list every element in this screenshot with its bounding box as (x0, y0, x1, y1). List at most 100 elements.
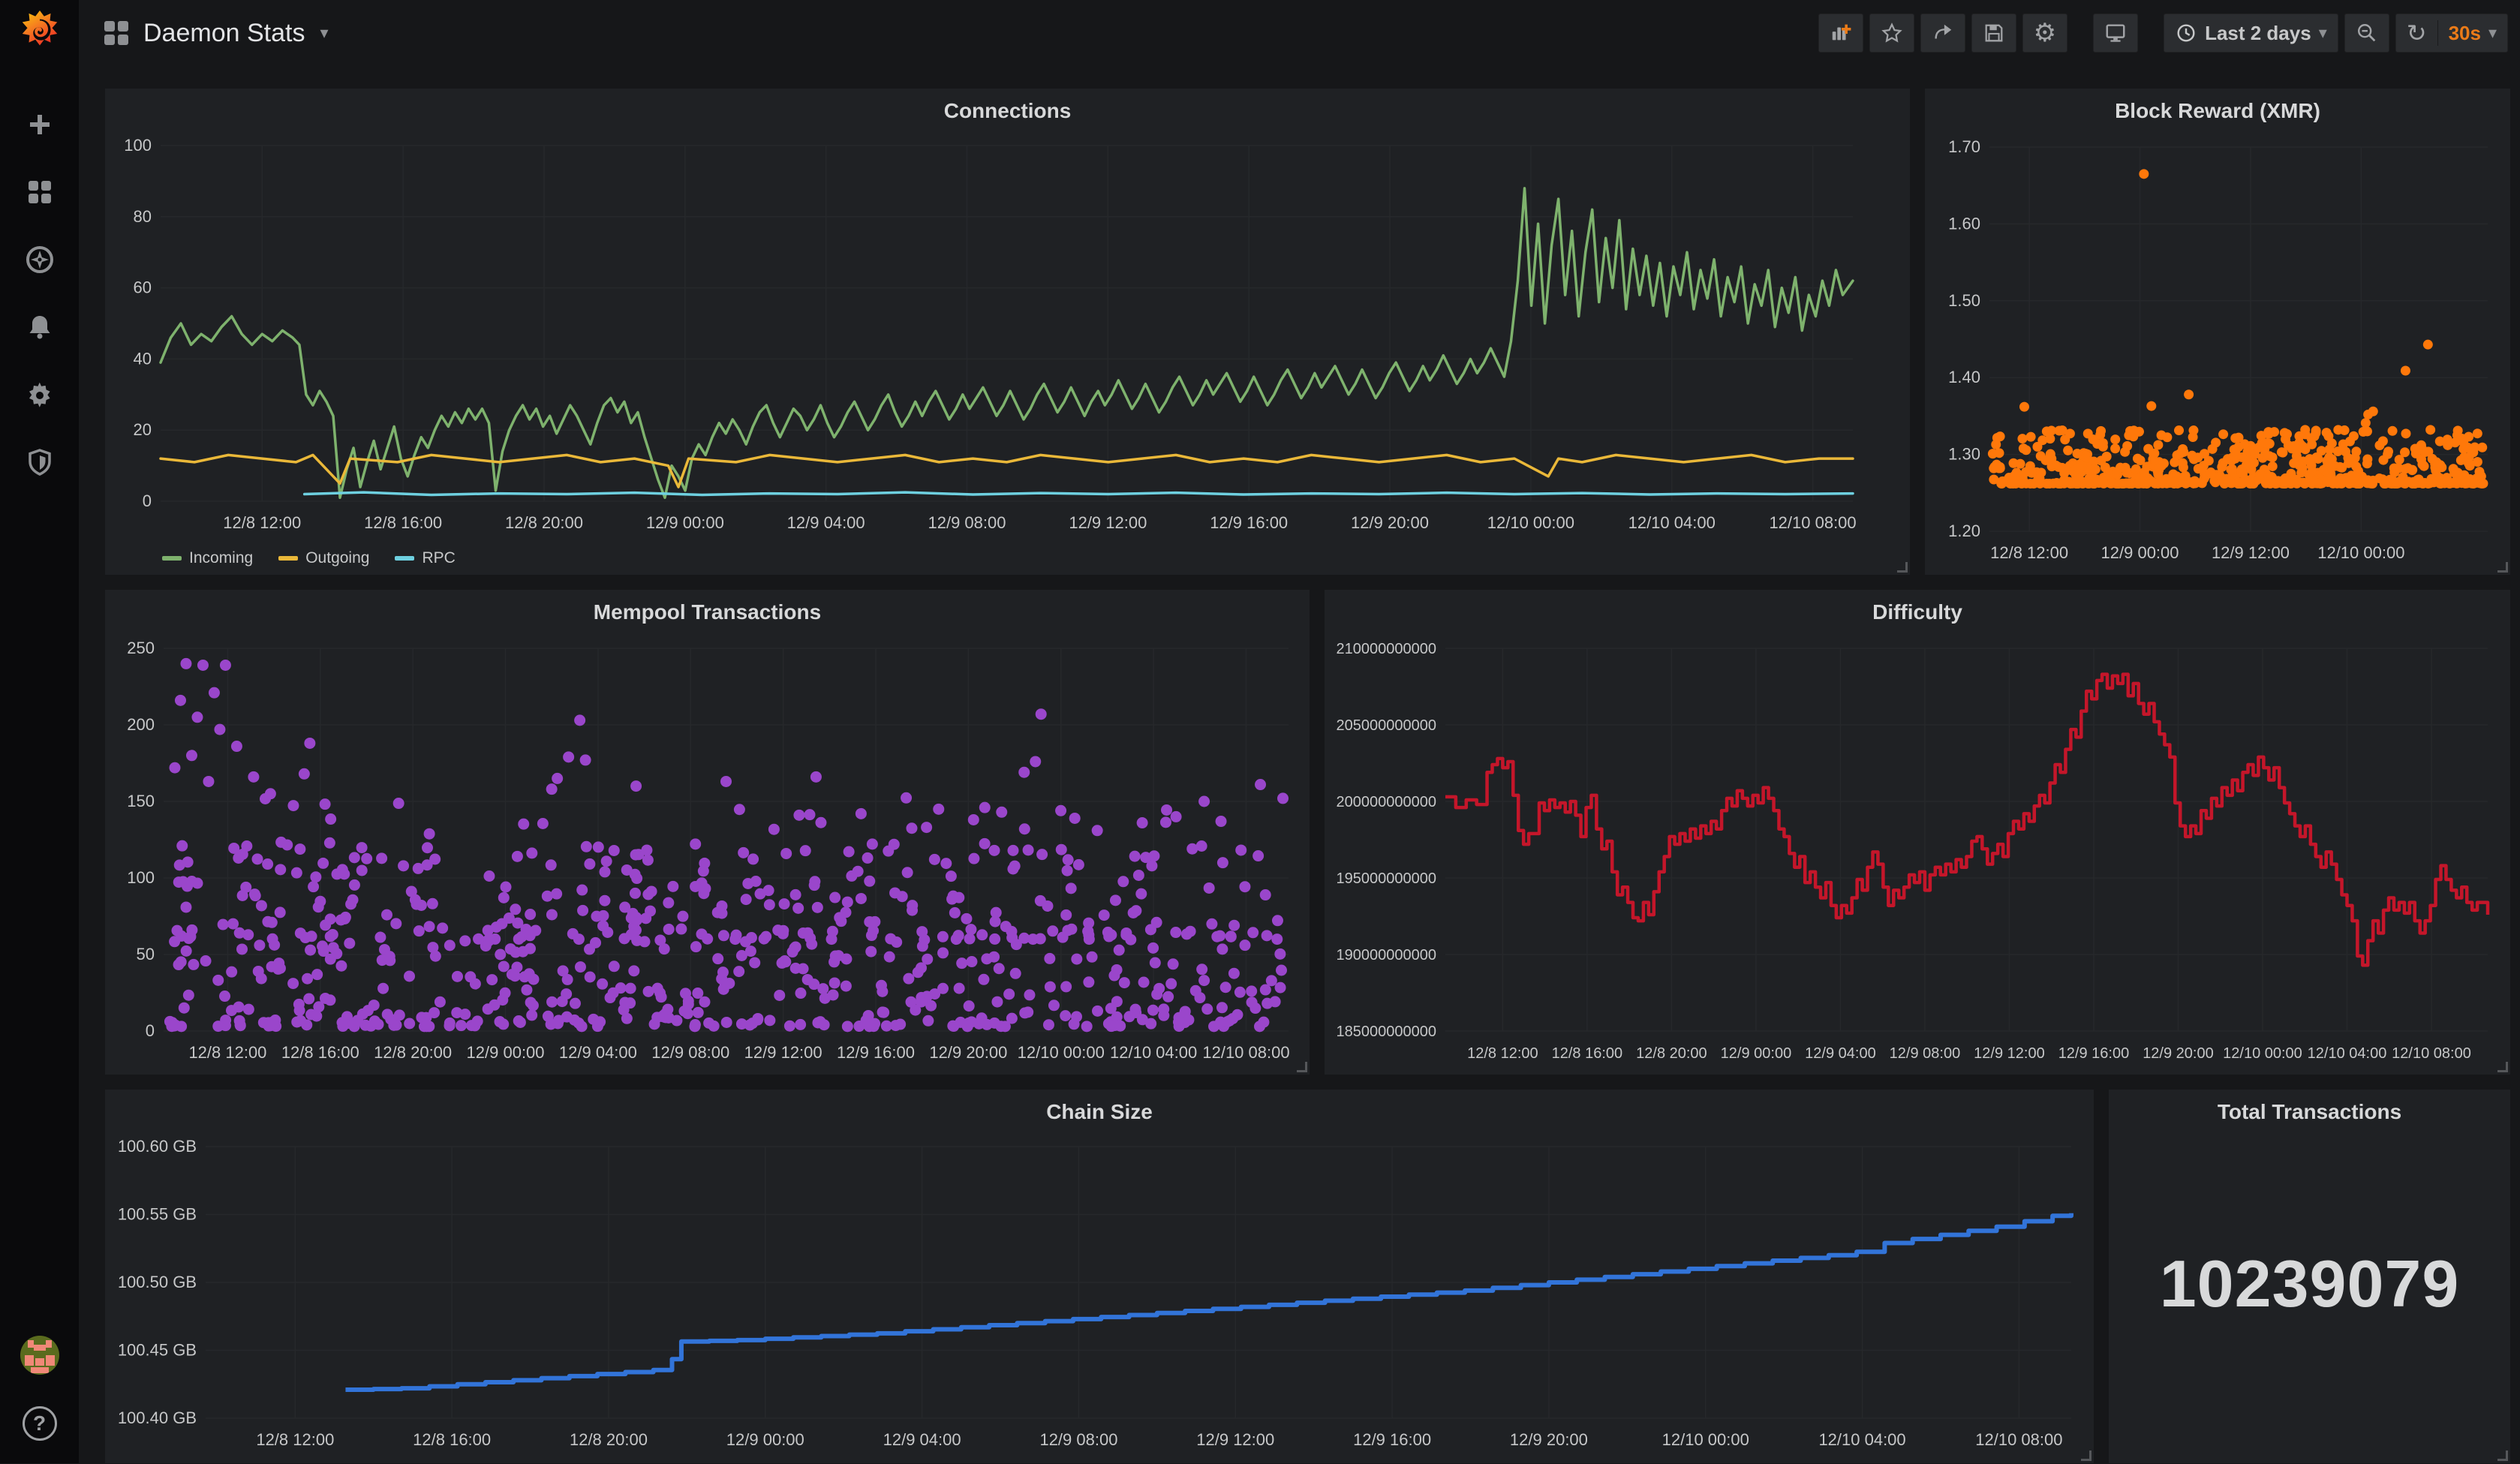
svg-text:12/9 04:00: 12/9 04:00 (1805, 1045, 1876, 1062)
svg-text:12/10 00:00: 12/10 00:00 (1018, 1043, 1105, 1062)
legend-label: Outgoing (305, 549, 369, 567)
panel-mempool: Mempool Transactions 12/8 12:0012/8 16:0… (105, 590, 1310, 1075)
svg-text:12/9 16:00: 12/9 16:00 (837, 1043, 915, 1062)
svg-text:60: 60 (134, 278, 152, 297)
svg-text:12/9 12:00: 12/9 12:00 (1196, 1430, 1274, 1449)
panel-resize-handle[interactable] (2497, 1450, 2508, 1461)
svg-text:100: 100 (124, 136, 152, 155)
chain-size-chart[interactable]: 12/8 12:0012/8 16:0012/8 20:0012/9 00:00… (110, 1129, 2089, 1460)
zoom-out-button[interactable] (2344, 14, 2389, 53)
panel-title[interactable]: Mempool Transactions (105, 600, 1310, 624)
connections-chart[interactable]: 12/8 12:0012/8 16:0012/8 20:0012/9 00:00… (110, 128, 1905, 539)
svg-text:12/10 08:00: 12/10 08:00 (1202, 1043, 1289, 1062)
difficulty-chart[interactable]: 12/8 12:0012/8 16:0012/8 20:0012/9 00:00… (1329, 629, 2506, 1072)
svg-text:12/8 20:00: 12/8 20:00 (505, 513, 583, 532)
dashboards-icon[interactable] (23, 176, 56, 209)
panel-resize-handle[interactable] (1297, 1062, 1307, 1072)
svg-text:12/10 00:00: 12/10 00:00 (2223, 1045, 2302, 1062)
svg-text:1.40: 1.40 (1948, 368, 1980, 386)
svg-text:12/9 12:00: 12/9 12:00 (744, 1043, 822, 1062)
legend-item-rpc[interactable]: RPC (395, 549, 455, 567)
panel-resize-handle[interactable] (2497, 1062, 2508, 1072)
svg-text:12/9 04:00: 12/9 04:00 (559, 1043, 637, 1062)
panel-title[interactable]: Connections (105, 99, 1910, 123)
svg-text:12/9 00:00: 12/9 00:00 (2101, 543, 2179, 562)
time-range-picker[interactable]: Last 2 days ▾ (2164, 14, 2338, 53)
legend-label: RPC (422, 549, 455, 567)
svg-text:12/9 16:00: 12/9 16:00 (2058, 1045, 2130, 1062)
help-glyph: ? (33, 1411, 46, 1435)
panel-title[interactable]: Block Reward (XMR) (1925, 99, 2510, 123)
svg-text:12/9 08:00: 12/9 08:00 (928, 513, 1006, 532)
panel-chain-size: Chain Size 12/8 12:0012/8 16:0012/8 20:0… (105, 1090, 2094, 1463)
svg-text:205000000000: 205000000000 (1337, 717, 1436, 734)
svg-text:12/9 16:00: 12/9 16:00 (1210, 513, 1288, 532)
svg-text:100: 100 (127, 868, 155, 887)
user-avatar[interactable] (20, 1336, 59, 1375)
svg-text:150: 150 (127, 792, 155, 810)
settings-gear-button[interactable]: ⚙ (2022, 14, 2067, 53)
svg-text:12/10 04:00: 12/10 04:00 (1628, 513, 1716, 532)
svg-text:12/9 04:00: 12/9 04:00 (787, 513, 865, 532)
total-transactions-value: 10239079 (2109, 1246, 2510, 1322)
alerting-bell-icon[interactable] (23, 311, 56, 344)
dashboard-title[interactable]: Daemon Stats (143, 19, 305, 48)
svg-text:12/9 08:00: 12/9 08:00 (1890, 1045, 1961, 1062)
svg-text:210000000000: 210000000000 (1337, 641, 1436, 657)
legend: Incoming Outgoing RPC (162, 549, 456, 567)
explore-compass-icon[interactable] (23, 243, 56, 276)
svg-text:12/9 20:00: 12/9 20:00 (1351, 513, 1429, 532)
configuration-gear-icon[interactable] (23, 378, 56, 411)
svg-text:200000000000: 200000000000 (1337, 794, 1436, 810)
svg-text:12/10 08:00: 12/10 08:00 (1975, 1430, 2062, 1449)
svg-text:12/9 12:00: 12/9 12:00 (1974, 1045, 2045, 1062)
title-caret-icon[interactable]: ▾ (320, 23, 328, 43)
share-button[interactable] (1920, 14, 1965, 53)
svg-text:40: 40 (134, 349, 152, 368)
refresh-icon[interactable]: ↻ (2407, 19, 2427, 47)
star-button[interactable] (1869, 14, 1914, 53)
add-icon[interactable] (23, 108, 56, 141)
panel-resize-handle[interactable] (1897, 562, 1908, 573)
svg-text:12/10 04:00: 12/10 04:00 (1818, 1430, 1905, 1449)
refresh-picker[interactable]: ↻ 30s ▾ (2395, 14, 2508, 53)
mempool-chart[interactable]: 12/8 12:0012/8 16:0012/8 20:0012/9 00:00… (110, 629, 1305, 1072)
svg-text:0: 0 (146, 1021, 155, 1040)
svg-text:1.30: 1.30 (1948, 445, 1980, 464)
panel-title[interactable]: Total Transactions (2109, 1100, 2510, 1124)
svg-text:1.60: 1.60 (1948, 214, 1980, 233)
add-panel-button[interactable] (1818, 14, 1863, 53)
refresh-interval-label[interactable]: 30s (2449, 22, 2481, 45)
save-button[interactable] (1971, 14, 2016, 53)
tv-mode-button[interactable] (2093, 14, 2138, 53)
legend-item-outgoing[interactable]: Outgoing (278, 549, 369, 567)
svg-text:190000000000: 190000000000 (1337, 947, 1436, 963)
panel-resize-handle[interactable] (2081, 1450, 2091, 1461)
svg-text:12/8 12:00: 12/8 12:00 (1990, 543, 2068, 562)
svg-text:12/9 08:00: 12/9 08:00 (651, 1043, 729, 1062)
help-icon[interactable]: ? (23, 1406, 57, 1441)
dashboard-grid: Connections 12/8 12:0012/8 16:0012/8 20:… (79, 66, 2520, 1463)
svg-text:12/10 00:00: 12/10 00:00 (2317, 543, 2404, 562)
panel-title[interactable]: Difficulty (1325, 600, 2510, 624)
time-range-label: Last 2 days (2205, 22, 2311, 45)
refresh-caret-icon: ▾ (2488, 23, 2497, 43)
svg-text:50: 50 (137, 945, 155, 963)
svg-text:12/8 16:00: 12/8 16:00 (281, 1043, 359, 1062)
svg-text:185000000000: 185000000000 (1337, 1024, 1436, 1040)
svg-text:12/8 20:00: 12/8 20:00 (570, 1430, 648, 1449)
panel-title[interactable]: Chain Size (105, 1100, 2094, 1124)
svg-text:12/10 04:00: 12/10 04:00 (2308, 1045, 2387, 1062)
svg-text:12/10 00:00: 12/10 00:00 (1662, 1430, 1749, 1449)
server-admin-shield-icon[interactable] (23, 446, 56, 479)
dashboard-grid-icon[interactable] (104, 21, 128, 45)
svg-text:12/8 12:00: 12/8 12:00 (223, 513, 301, 532)
svg-text:12/8 12:00: 12/8 12:00 (1467, 1045, 1538, 1062)
svg-text:12/9 00:00: 12/9 00:00 (726, 1430, 804, 1449)
legend-item-incoming[interactable]: Incoming (162, 549, 253, 567)
grafana-logo-icon[interactable] (17, 9, 63, 56)
svg-text:12/10 00:00: 12/10 00:00 (1487, 513, 1574, 532)
block-reward-chart[interactable]: 12/8 12:0012/9 00:0012/9 12:0012/10 00:0… (1929, 128, 2506, 572)
panel-resize-handle[interactable] (2497, 562, 2508, 573)
svg-text:12/8 16:00: 12/8 16:00 (413, 1430, 491, 1449)
